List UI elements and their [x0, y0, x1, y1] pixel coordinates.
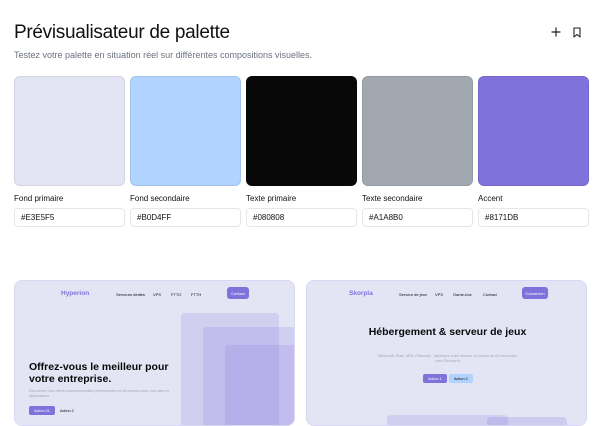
hex-input[interactable]: #E3E5F5 [14, 208, 125, 227]
color-chip[interactable] [14, 76, 125, 186]
preview-hero-title: Hébergement & serveur de jeux [368, 326, 527, 338]
decorative-panel [487, 417, 567, 425]
preview-nav-link[interactable]: VPS [435, 292, 443, 297]
preview-login-button[interactable]: Connexion [522, 287, 548, 299]
page-subtitle: Testez votre palette en situation réel s… [14, 50, 312, 60]
page-title: Prévisualisateur de palette [14, 22, 230, 43]
save-button[interactable] [567, 22, 587, 42]
bookmark-icon [573, 26, 581, 38]
preview-nav-link[interactable]: Serveurs dédiés [116, 292, 145, 297]
preview-hero-title: Offrez-vous le meilleur pour votre entre… [29, 361, 169, 385]
hex-input[interactable]: #8171DB [478, 208, 589, 227]
swatch-fond-secondaire: Fond secondaire #B0D4FF [130, 76, 241, 227]
color-chip[interactable] [362, 76, 473, 186]
swatch-label: Fond primaire [14, 194, 64, 203]
add-button[interactable] [546, 22, 566, 42]
swatch-accent: Accent #8171DB [478, 76, 589, 227]
preview-logo: Hyperion [61, 290, 90, 297]
preview-nav-link[interactable]: Serveur de jeux [399, 292, 427, 297]
swatch-label: Texte secondaire [362, 194, 423, 203]
preview-hero-description: Découvrez nos offres professionnelles pe… [29, 389, 169, 398]
preview-nav-link[interactable]: FTTH [191, 292, 201, 297]
color-chip[interactable] [478, 76, 589, 186]
hex-input[interactable]: #A1A8B0 [362, 208, 473, 227]
swatch-texte-secondaire: Texte secondaire #A1A8B0 [362, 76, 473, 227]
swatch-label: Texte primaire [246, 194, 297, 203]
page-header: Prévisualisateur de palette Testez votre… [14, 22, 587, 60]
color-chip[interactable] [130, 76, 241, 186]
preview-nav-link[interactable]: Contact [483, 292, 497, 297]
swatch-label: Accent [478, 194, 503, 203]
hex-input[interactable]: #B0D4FF [130, 208, 241, 227]
preview-nav-link[interactable]: FTTO [171, 292, 181, 297]
plus-icon [551, 27, 561, 37]
preview-action-1-button[interactable]: Action 1 [423, 374, 447, 383]
preview-hero-description: Minecraft, Rust, ARK, Palworld... déploy… [378, 354, 517, 363]
preview-contact-button[interactable]: Contact [227, 287, 249, 299]
hex-input[interactable]: #080808 [246, 208, 357, 227]
preview-hyperion: Hyperion Serveurs dédiés VPS FTTO FTTH C… [14, 280, 295, 426]
swatch-texte-primaire: Texte primaire #080808 [246, 76, 357, 227]
preview-skorpia: Skorpia Serveur de jeux VPS Game-box Con… [306, 280, 587, 426]
palette-swatches: Fond primaire #E3E5F5 Fond secondaire #B… [14, 76, 589, 227]
swatch-fond-primaire: Fond primaire #E3E5F5 [14, 76, 125, 227]
preview-logo: Skorpia [349, 290, 373, 297]
decorative-panel [225, 345, 294, 425]
preview-nav-link[interactable]: VPS [153, 292, 161, 297]
preview-nav-link[interactable]: Game-box [453, 292, 472, 297]
preview-action-2-button[interactable]: Action 2 [60, 406, 74, 415]
preview-action-2-button[interactable]: Action 2 [449, 374, 473, 383]
preview-action-1-button[interactable]: Action 01 [29, 406, 55, 415]
color-chip[interactable] [246, 76, 357, 186]
swatch-label: Fond secondaire [130, 194, 190, 203]
